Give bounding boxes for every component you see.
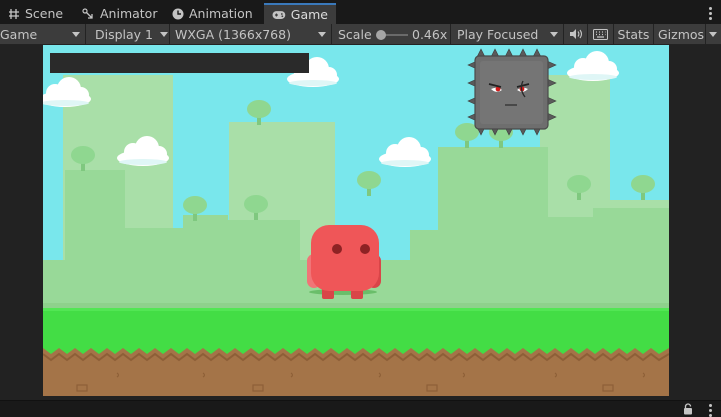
health-bar: [50, 53, 309, 73]
window-tab-bar: Scene Animator Animation Game: [0, 0, 721, 24]
scale-slider-handle[interactable]: [376, 30, 386, 40]
display-dropdown-label: Display 1: [95, 26, 154, 42]
animator-icon: [82, 7, 93, 19]
gamepad-icon: [272, 10, 286, 19]
grid-icon: [9, 8, 19, 19]
tab-label: Scene: [25, 6, 64, 21]
stats-button[interactable]: Stats: [614, 24, 654, 44]
tab-label: Animator: [100, 6, 158, 21]
scale-label: Scale: [338, 26, 372, 42]
chevron-down-icon: [72, 32, 80, 37]
clock-icon: [172, 8, 184, 19]
game-render[interactable]: [43, 45, 669, 396]
game-viewport[interactable]: [0, 45, 721, 401]
resolution-dropdown-label: WXGA (1366x768): [175, 26, 291, 42]
stats-label: Stats: [617, 26, 650, 42]
mute-audio-button[interactable]: [564, 24, 588, 44]
chevron-down-icon: [550, 32, 558, 37]
view-dropdown-label: Game: [0, 26, 38, 42]
game-view-toolbar: Game Display 1 WXGA (1366x768) Scale 0.4…: [0, 24, 721, 45]
play-mode-dropdown[interactable]: Play Focused: [451, 24, 564, 44]
view-dropdown[interactable]: Game: [0, 24, 86, 44]
spike-block-enemy: [467, 48, 557, 136]
keyboard-icon: [593, 28, 608, 40]
chevron-down-icon: [318, 32, 326, 37]
play-mode-label: Play Focused: [457, 26, 539, 42]
gizmos-button[interactable]: Gizmos: [654, 24, 706, 44]
tab-scene[interactable]: Scene: [0, 3, 71, 24]
chevron-down-icon: [709, 32, 717, 37]
tab-label: Game: [290, 7, 328, 22]
game-scene: [43, 45, 669, 396]
tab-game[interactable]: Game: [264, 3, 336, 24]
more-options-icon[interactable]: [708, 404, 712, 417]
tab-animator[interactable]: Animator: [74, 3, 165, 24]
gizmos-label: Gizmos: [658, 26, 705, 42]
scale-value: 0.46x: [412, 26, 448, 42]
lock-icon[interactable]: [683, 403, 693, 415]
keyboard-shortcuts-button[interactable]: [588, 24, 614, 44]
tab-label: Animation: [189, 6, 253, 21]
resolution-dropdown[interactable]: WXGA (1366x768): [170, 24, 332, 44]
status-bar: [0, 400, 721, 417]
more-options-icon[interactable]: [708, 7, 712, 20]
gizmos-dropdown[interactable]: [706, 24, 721, 44]
display-dropdown[interactable]: Display 1: [86, 24, 170, 44]
grass: [43, 308, 669, 348]
speaker-icon: [569, 29, 582, 39]
tab-animation[interactable]: Animation: [164, 3, 261, 24]
chevron-down-icon: [160, 32, 168, 37]
